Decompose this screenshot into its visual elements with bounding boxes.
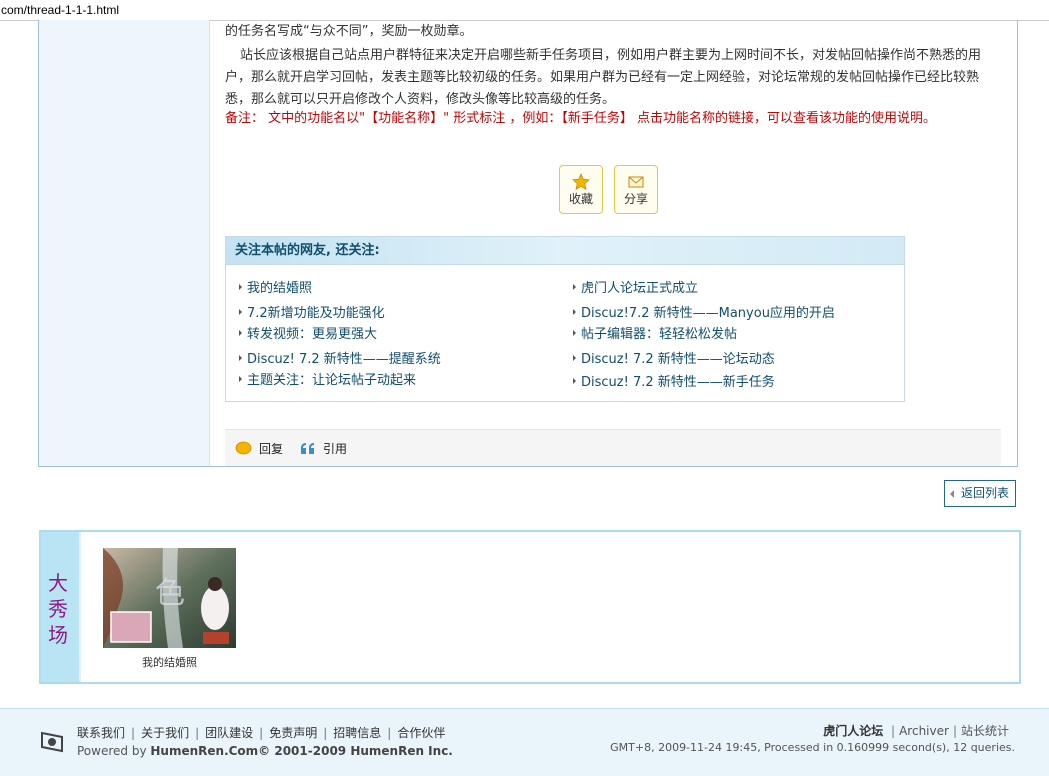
back-to-list-label: 返回列表 [961,486,1010,500]
back-to-list-button[interactable]: 返回列表 [944,480,1016,507]
post-paragraph-2: 站长应该根据自己站点用户群特征来决定开启哪些新手任务项目，例如用户群主要为上网时… [225,48,982,107]
footer-runtime: GMT+8, 2009-11-24 19:45, Processed in 0.… [610,741,1015,754]
archiver-link[interactable]: Archiver [899,724,949,738]
post-author-sidebar [39,20,210,466]
url-text: com/thread-1-1-1.html [1,3,120,17]
post-action-bar: 回复 引用 [225,429,1001,466]
related-link[interactable]: 帖子编辑器：轻轻松松发帖 [572,323,737,342]
post-note: 备注： 文中的功能名以"【功能名称】" 形式标注 ，例如：【新手任务】 点击功能… [225,111,936,126]
showcase-panel: 大秀场 色 我的结婚照 [39,530,1021,684]
footer-link-partners[interactable]: 合作伙伴 [397,726,445,740]
left-arrow-icon [950,490,954,498]
footer-site-name[interactable]: 虎门人论坛 [823,724,883,738]
related-link[interactable]: Discuz! 7.2 新特性——新手任务 [573,371,775,390]
site-logo-icon [41,731,63,753]
footer-links: 联系我们 | 关于我们 | 团队建设 | 免责声明 | 招聘信息 | 合作伙伴 [77,726,446,740]
footer-link-disclaimer[interactable]: 免责声明 [269,726,317,740]
related-link[interactable]: 主题关注：让论坛帖子动起来 [238,369,416,388]
related-link[interactable]: 虎门人论坛正式成立 [572,277,698,296]
showcase-tag-text: 大秀场 [48,571,68,647]
related-threads-title: 关注本帖的网友, 还关注: [226,237,904,265]
favorite-button[interactable]: 收藏 [559,165,603,214]
related-link[interactable]: 转发视频：更易更强大 [238,323,377,342]
related-link[interactable]: 我的结婚照 [238,277,312,296]
star-icon [572,173,590,191]
reply-button[interactable]: 回复 [259,440,283,457]
favorite-label: 收藏 [568,192,593,206]
post-container: 的任务名写成“与众不同”，奖励一枚勋章。 站长应该根据自己站点用户群特征来决定开… [38,20,1018,467]
showcase-tag: 大秀场 [41,532,81,682]
related-threads-box: 关注本帖的网友, 还关注: 我的结婚照 7.2新增功能及功能强化 转发视频：更易… [225,236,905,402]
footer-link-jobs[interactable]: 招聘信息 [333,726,381,740]
quote-icon [301,443,314,454]
post-paragraph-1: 的任务名写成“与众不同”，奖励一枚勋章。 [225,24,473,39]
related-link[interactable]: Discuz! 7.2 新特性——论坛动态 [573,348,775,367]
wedding-photo-image: 色 [103,548,236,648]
powered-prefix: Powered by [77,744,151,758]
svg-text:色: 色 [155,576,185,611]
stats-link[interactable]: 站长统计 [961,724,1009,738]
share-button[interactable]: 分享 [614,165,658,214]
showcase-photo-caption[interactable]: 我的结婚照 [103,654,236,670]
related-link[interactable]: Discuz! 7.2 新特性——提醒系统 [239,348,441,367]
footer-link-about[interactable]: 关于我们 [141,726,189,740]
related-link[interactable]: Discuz!7.2 新特性——Manyou应用的开启 [573,302,835,321]
footer-link-team[interactable]: 团队建设 [205,726,253,740]
footer-site-links: 虎门人论坛 | Archiver | 站长统计 [823,724,1009,738]
related-link[interactable]: 7.2新增功能及功能强化 [239,302,385,321]
quote-button[interactable]: 引用 [323,440,347,457]
powered-by: Powered by HumenRen.Com© 2001-2009 Humen… [77,744,453,758]
reply-bubble-icon [235,441,252,455]
powered-brand[interactable]: HumenRen.Com© 2001-2009 HumenRen Inc. [150,744,453,758]
showcase-photo[interactable]: 色 [103,548,236,648]
address-bar[interactable]: com/thread-1-1-1.html [0,0,1049,21]
footer-link-contact[interactable]: 联系我们 [77,726,125,740]
share-label: 分享 [623,192,648,206]
footer: 联系我们 | 关于我们 | 团队建设 | 免责声明 | 招聘信息 | 合作伙伴 Powered by… [0,708,1049,776]
envelope-icon [628,176,644,188]
